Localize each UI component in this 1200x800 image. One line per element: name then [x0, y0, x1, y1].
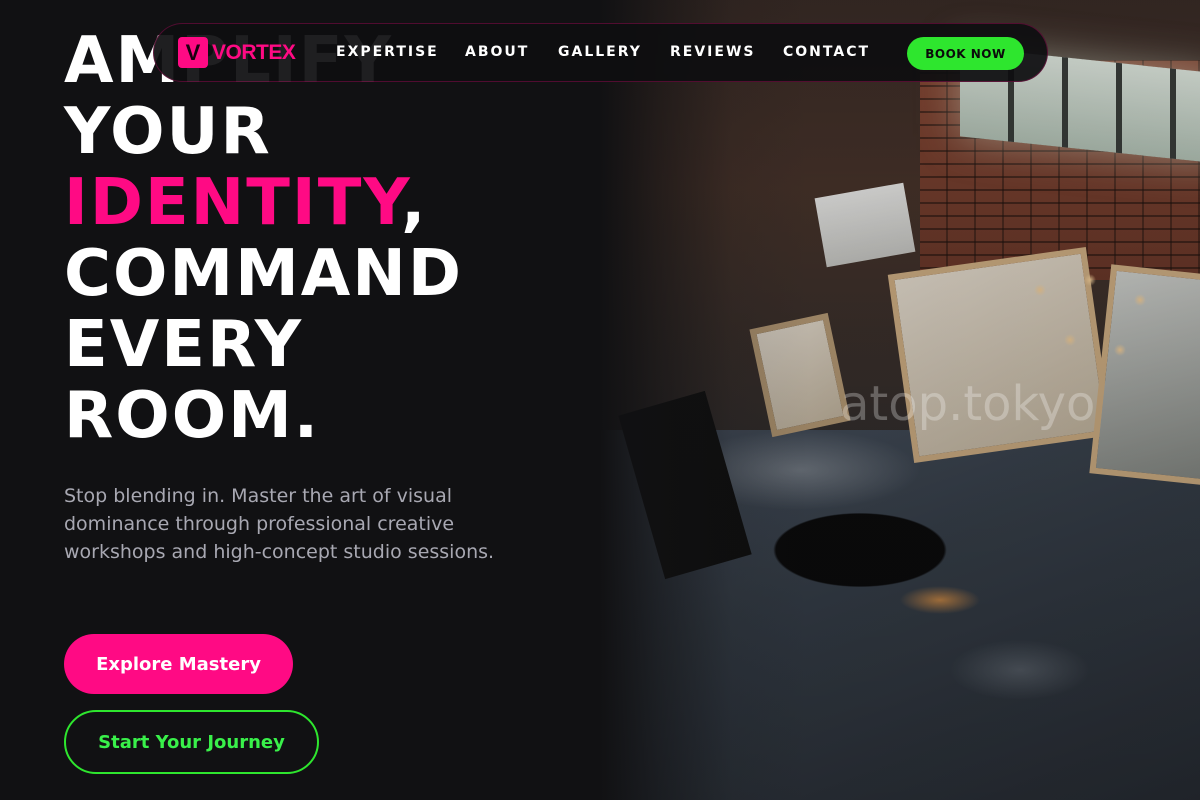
nav-link-about[interactable]: ABOUT — [465, 44, 529, 60]
nav-link-reviews[interactable]: REVIEWS — [670, 44, 755, 60]
book-now-button[interactable]: BOOK NOW — [907, 37, 1024, 70]
brand-name: VORTEX — [212, 40, 296, 64]
logo-mark-icon: V — [178, 37, 208, 68]
hero-subtext: Stop blending in. Master the art of visu… — [64, 485, 495, 563]
hero-image: atop.tokyo — [600, 0, 1200, 800]
image-watermark: atop.tokyo — [840, 376, 1096, 432]
explore-mastery-button[interactable]: Explore Mastery — [64, 634, 293, 694]
nav-link-expertise[interactable]: EXPERTISE — [336, 44, 439, 60]
headline-line-2: YOUR — [64, 95, 272, 169]
brand-logo[interactable]: V VORTEX — [178, 37, 296, 68]
nav-link-contact[interactable]: CONTACT — [783, 44, 870, 60]
start-journey-button[interactable]: Start Your Journey — [64, 710, 319, 774]
headline-line-6: ROOM. — [64, 379, 321, 453]
hero-headline: AMPLIFY YOUR IDENTITY, COMMAND EVERY ROO… — [64, 26, 463, 452]
headline-accent-word: IDENTITY — [64, 166, 402, 240]
headline-line-5: EVERY — [64, 308, 304, 382]
headline-line-4: COMMAND — [64, 237, 463, 311]
top-navbar: V VORTEX EXPERTISE ABOUT GALLERY REVIEWS… — [153, 23, 1048, 82]
headline-comma: , — [401, 166, 428, 240]
nav-link-gallery[interactable]: GALLERY — [558, 44, 642, 60]
headline-line-3: IDENTITY, — [64, 168, 463, 239]
landing-page: atop.tokyo AMPLIFY YOUR IDENTITY, COMMAN… — [0, 0, 1200, 800]
